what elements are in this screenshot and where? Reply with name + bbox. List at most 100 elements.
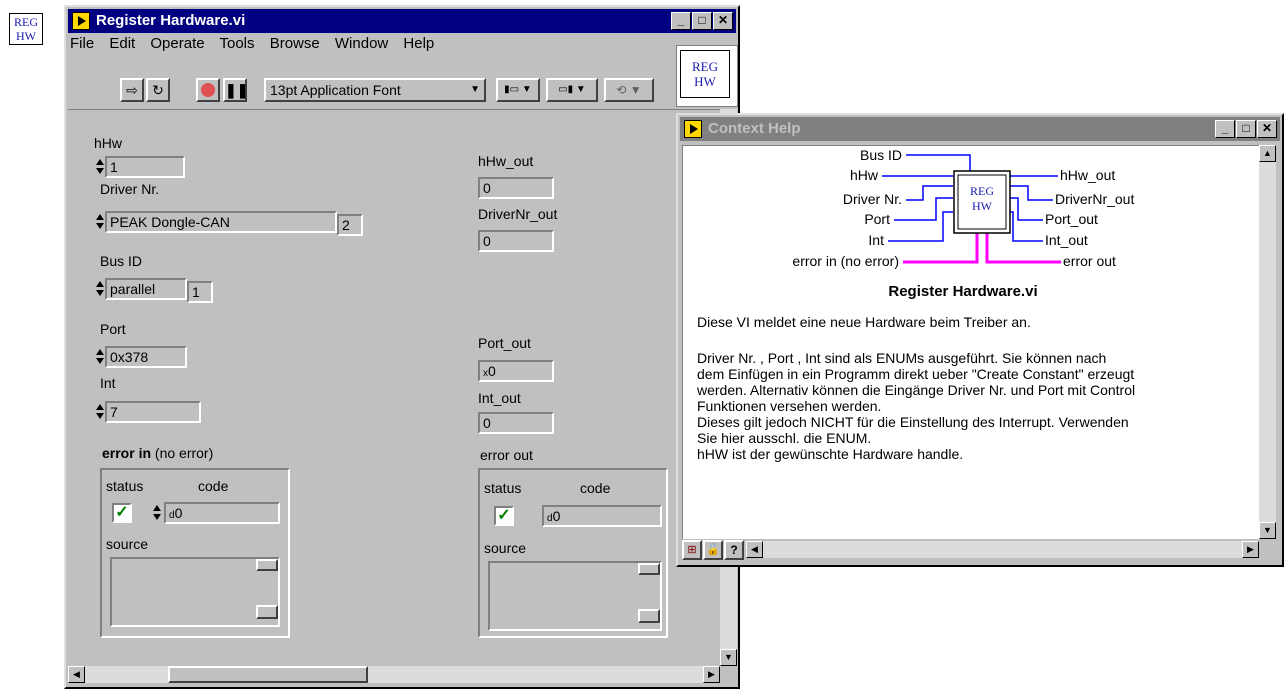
desktop-icon-line1: REG — [14, 15, 38, 29]
lock-help-icon[interactable]: 🔓 — [703, 540, 723, 560]
port-label: Port — [100, 321, 126, 337]
help-app-icon[interactable] — [684, 120, 702, 138]
error-out-source-scroll-thumb[interactable] — [638, 563, 660, 575]
error-out-source-scroll-thumb2[interactable] — [638, 609, 660, 623]
connector-icon-line1: REG — [970, 184, 994, 198]
desc-line-3: Driver Nr. , Port , Int sind als ENUMs a… — [697, 350, 1107, 366]
menu-window[interactable]: Window — [335, 35, 388, 52]
port-out-indicator: x0 — [478, 360, 554, 382]
help-scroll-down-arrow-icon[interactable]: ▼ — [1259, 522, 1276, 539]
online-help-icon[interactable]: ? — [724, 540, 744, 560]
help-resize-grip-icon[interactable] — [1262, 541, 1279, 558]
menu-tools[interactable]: Tools — [219, 35, 254, 52]
scroll-left-arrow-icon[interactable]: ◀ — [68, 666, 85, 683]
menu-file[interactable]: File — [70, 35, 94, 52]
connector-icon: REG HW — [959, 184, 1005, 214]
desc-line-4: dem Einfügen in ein Programm direkt uebe… — [697, 366, 1135, 382]
int-out-label: Int_out — [478, 390, 521, 406]
wire-port-out — [1009, 197, 1043, 221]
font-select[interactable]: 13pt Application Font ▼ — [264, 78, 486, 102]
desktop-reg-hw-icon[interactable]: REG HW — [9, 13, 43, 45]
close-button[interactable]: ✕ — [713, 12, 733, 30]
vi-icon[interactable]: REG HW — [680, 50, 730, 98]
out-int-out-label: Int_out — [1045, 232, 1088, 248]
error-in-source-scroll-thumb2[interactable] — [256, 605, 278, 619]
error-in-label-bold: error in — [102, 445, 152, 461]
vi-icon-line1: REG — [692, 59, 718, 74]
in-int-label: Int — [868, 232, 884, 248]
driver-enum[interactable]: PEAK Dongle-CAN — [105, 211, 337, 233]
int-label: Int — [100, 375, 116, 391]
help-close-button[interactable]: ✕ — [1257, 120, 1277, 138]
hhw-increment-icon[interactable] — [95, 156, 104, 178]
main-horizontal-scroll-thumb[interactable] — [168, 666, 368, 683]
distribute-objects-button[interactable]: ▭▮ ▼ — [546, 78, 598, 102]
busid-index: 1 — [187, 281, 213, 303]
busid-enum[interactable]: parallel — [105, 278, 187, 300]
pause-button[interactable]: ❚❚ — [223, 78, 248, 102]
in-error-in-label: error in (no error) — [792, 253, 899, 269]
simple-diagram-help-icon[interactable]: ⊞ — [682, 540, 702, 560]
help-scroll-left-arrow-icon[interactable]: ◀ — [746, 541, 763, 558]
port-increment-icon[interactable] — [95, 346, 104, 368]
busid-label: Bus ID — [100, 253, 143, 269]
main-horizontal-scrollbar[interactable]: ◀ ▶ — [68, 666, 720, 683]
menu-help[interactable]: Help — [403, 35, 434, 52]
error-in-source-label: source — [106, 536, 149, 552]
context-help-window: Context Help _ □ ✕ REG HW Bus ID hHw Dri… — [676, 113, 1284, 567]
resize-grip-icon[interactable] — [720, 666, 737, 683]
wire-error-in — [903, 232, 979, 264]
scroll-right-arrow-icon[interactable]: ▶ — [703, 666, 720, 683]
error-in-status-label: status — [106, 478, 144, 494]
menu-browse[interactable]: Browse — [270, 35, 320, 52]
drivernr-out-indicator: 0 — [478, 230, 554, 252]
int-enum[interactable]: 7 — [105, 401, 201, 423]
error-in-code-label: code — [198, 478, 229, 494]
desc-line-8: Sie hier ausschl. die ENUM. — [697, 430, 872, 446]
help-minimize-button[interactable]: _ — [1215, 120, 1235, 138]
driver-increment-icon[interactable] — [95, 211, 104, 233]
vi-icon-pane: REG HW — [676, 45, 738, 107]
out-port-out-label: Port_out — [1045, 211, 1098, 227]
port-enum[interactable]: 0x378 — [105, 346, 187, 368]
error-out-source-scrollbar[interactable] — [638, 563, 660, 629]
in-bus-id-label: Bus ID — [859, 147, 902, 163]
maximize-button[interactable]: □ — [692, 12, 712, 30]
front-panel: hHw 1 Driver Nr. PEAK Dongle-CAN 2 Bus I… — [68, 109, 720, 667]
scroll-down-arrow-icon[interactable]: ▼ — [720, 649, 737, 666]
help-scroll-right-arrow-icon[interactable]: ▶ — [1242, 541, 1259, 558]
error-in-code-input[interactable]: d0 — [164, 502, 280, 524]
error-out-code-value: 0 — [552, 508, 561, 524]
minimize-button[interactable]: _ — [671, 12, 691, 30]
error-in-source-textbox[interactable] — [110, 557, 280, 627]
error-out-status-checkbox: ✓ — [494, 506, 514, 526]
main-window-titlebar[interactable]: Register Hardware.vi _ □ ✕ — [68, 9, 736, 33]
vi-app-icon[interactable] — [72, 12, 90, 30]
help-scroll-up-arrow-icon[interactable]: ▲ — [1259, 145, 1276, 162]
connector-icon-line2: HW — [972, 199, 992, 213]
wire-int — [888, 211, 953, 242]
abort-button[interactable] — [196, 78, 220, 102]
menu-operate[interactable]: Operate — [150, 35, 204, 52]
run-continuously-button[interactable]: ↻ — [146, 78, 170, 102]
busid-increment-icon[interactable] — [95, 278, 104, 300]
align-objects-button[interactable]: ▮▭ ▼ — [496, 78, 540, 102]
hhw-input[interactable]: 1 — [105, 156, 185, 178]
menu-edit[interactable]: Edit — [109, 35, 135, 52]
help-content: REG HW Bus ID hHw Driver Nr. Port Int er… — [682, 145, 1259, 539]
error-in-status-checkbox[interactable]: ✓ — [112, 503, 132, 523]
wire-port — [894, 197, 953, 221]
int-increment-icon[interactable] — [95, 401, 104, 423]
out-drivernr-out-label: DriverNr_out — [1055, 191, 1135, 207]
run-button[interactable]: ⇨ — [120, 78, 144, 102]
reorder-button[interactable]: ⟲ ▼ — [604, 78, 654, 102]
help-window-titlebar[interactable]: Context Help _ □ ✕ — [680, 117, 1280, 141]
help-vertical-scrollbar[interactable]: ▲ ▼ — [1259, 145, 1276, 539]
help-horizontal-scrollbar[interactable]: ◀ ▶ — [746, 541, 1259, 558]
error-in-source-scroll-thumb[interactable] — [256, 559, 278, 571]
help-maximize-button[interactable]: □ — [1236, 120, 1256, 138]
in-port-label: Port — [864, 211, 890, 227]
error-in-source-scrollbar[interactable] — [256, 559, 278, 625]
error-out-code-label: code — [580, 480, 611, 496]
error-in-code-increment-icon[interactable] — [152, 502, 161, 524]
